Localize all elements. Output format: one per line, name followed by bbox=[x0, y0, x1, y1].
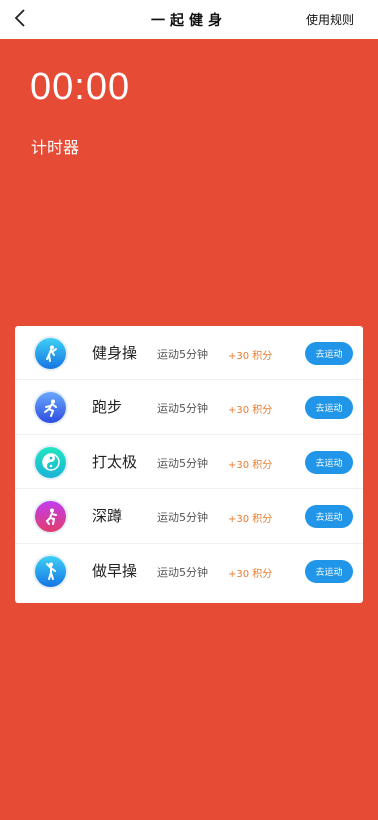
list-item: 深蹲 运动5分钟 +30 积分 去运动 bbox=[15, 489, 363, 544]
activity-duration: 运动5分钟 bbox=[157, 348, 208, 361]
running-icon bbox=[35, 392, 66, 424]
usage-rules-link[interactable]: 使用规则 bbox=[306, 11, 354, 28]
timer-display: 00:00 bbox=[30, 66, 131, 108]
activity-name: 深蹲 bbox=[92, 507, 123, 526]
list-item: 做早操 运动5分钟 +30 积分 去运动 bbox=[15, 544, 363, 598]
list-item: 跑步 运动5分钟 +30 积分 去运动 bbox=[15, 380, 363, 435]
activity-points: +30 积分 bbox=[228, 514, 273, 526]
activity-points: +30 积分 bbox=[228, 351, 273, 362]
squat-icon bbox=[35, 501, 66, 533]
morning-exercise-icon bbox=[35, 555, 66, 587]
go-exercise-button[interactable]: 去运动 bbox=[305, 505, 353, 529]
activity-name: 跑步 bbox=[92, 398, 123, 417]
activity-name: 打太极 bbox=[92, 452, 138, 471]
timer-label: 计时器 bbox=[31, 138, 80, 157]
chevron-left-icon bbox=[14, 9, 25, 27]
go-exercise-button[interactable]: 去运动 bbox=[305, 559, 353, 583]
activity-name: 做早操 bbox=[92, 561, 138, 580]
activity-duration: 运动5分钟 bbox=[157, 565, 208, 579]
aerobics-icon bbox=[35, 338, 66, 369]
top-nav-bar: 一起健身 使用规则 bbox=[0, 0, 378, 39]
activity-duration: 运动5分钟 bbox=[157, 511, 208, 525]
activity-points: +30 积分 bbox=[228, 405, 273, 417]
activity-list-card: 健身操 运动5分钟 +30 积分 去运动 跑步 运动5分钟 +30 积分 去运动… bbox=[15, 326, 363, 603]
activity-points: +30 积分 bbox=[228, 459, 273, 471]
list-item: 健身操 运动5分钟 +30 积分 去运动 bbox=[15, 326, 363, 381]
activity-points: +30 积分 bbox=[228, 568, 273, 580]
back-button[interactable] bbox=[8, 6, 32, 30]
list-item: 打太极 运动5分钟 +30 积分 去运动 bbox=[15, 435, 363, 490]
activity-name: 健身操 bbox=[92, 344, 138, 362]
activity-duration: 运动5分钟 bbox=[157, 456, 208, 470]
go-exercise-button[interactable]: 去运动 bbox=[305, 342, 353, 365]
page-title: 一起健身 bbox=[151, 12, 227, 29]
activity-duration: 运动5分钟 bbox=[157, 402, 208, 416]
go-exercise-button[interactable]: 去运动 bbox=[305, 396, 353, 420]
taichi-icon bbox=[35, 446, 66, 478]
go-exercise-button[interactable]: 去运动 bbox=[305, 450, 353, 474]
